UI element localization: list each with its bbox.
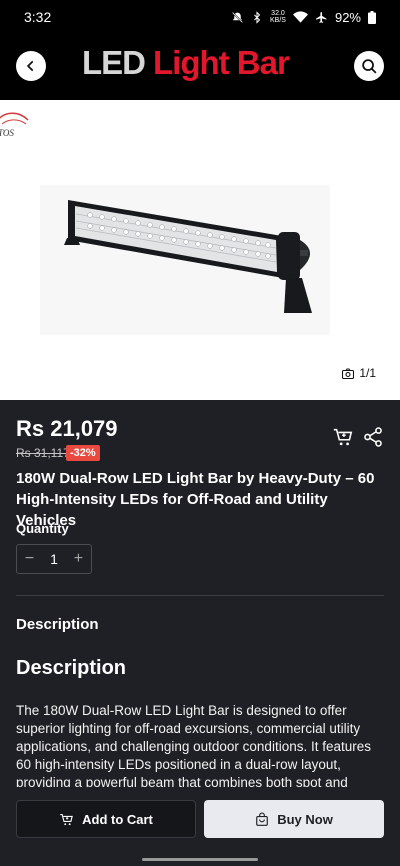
notifications-off-icon <box>232 11 243 23</box>
status-time: 3:32 <box>24 9 52 25</box>
airplane-icon <box>316 11 327 23</box>
quantity-label: Quantity <box>16 521 69 536</box>
description-text: The 180W Dual-Row LED Light Bar is desig… <box>16 703 371 790</box>
action-bar: Add to Cart Buy Now <box>0 787 400 866</box>
quantity-increment-button[interactable]: + <box>74 550 83 568</box>
buy-now-button[interactable]: Buy Now <box>204 800 384 838</box>
quantity-value[interactable]: 1 <box>50 551 58 567</box>
brand-logo: LED Light Bar <box>82 44 290 81</box>
status-icons: 32.0 KB/S 92% <box>231 10 376 25</box>
add-to-cart-label: Add to Cart <box>82 811 153 827</box>
wifi-icon <box>292 11 308 23</box>
back-button[interactable] <box>16 51 46 81</box>
image-counter: 1/1 <box>342 366 376 380</box>
battery-icon <box>368 10 376 24</box>
description-tab[interactable]: Description <box>16 616 99 633</box>
search-icon <box>361 58 377 74</box>
home-indicator[interactable] <box>142 858 258 861</box>
discount-badge: -32% <box>66 445 100 461</box>
cart-icon <box>60 813 73 825</box>
product-gallery[interactable]: TOS 1/1 <box>0 100 400 400</box>
add-to-cart-button[interactable]: Add to Cart <box>16 800 196 838</box>
app-header: LED Light Bar <box>0 34 400 100</box>
buy-now-label: Buy Now <box>277 811 333 827</box>
quantity-decrement-button[interactable]: − <box>25 550 34 568</box>
product-title: 180W Dual-Row LED Light Bar by Heavy-Dut… <box>16 470 375 529</box>
bluetooth-icon <box>254 10 261 24</box>
original-price: Rs 31,117 <box>16 446 70 460</box>
battery-percent: 92% <box>334 9 361 25</box>
share-icon[interactable] <box>362 426 384 448</box>
product-price: Rs 21,079 <box>16 416 118 441</box>
search-button[interactable] <box>354 51 384 81</box>
product-image <box>40 185 330 335</box>
shopping-bag-icon <box>256 812 269 826</box>
cart-icon[interactable] <box>332 426 354 448</box>
quantity-stepper: − 1 + <box>16 544 92 574</box>
description-heading: Description <box>16 657 127 679</box>
divider <box>16 595 384 596</box>
network-speed: 32.0 KB/S <box>270 10 286 24</box>
camera-icon <box>342 367 355 379</box>
chevron-left-icon <box>26 60 34 72</box>
status-bar: 3:32 32.0 KB/S 92% <box>0 0 400 34</box>
